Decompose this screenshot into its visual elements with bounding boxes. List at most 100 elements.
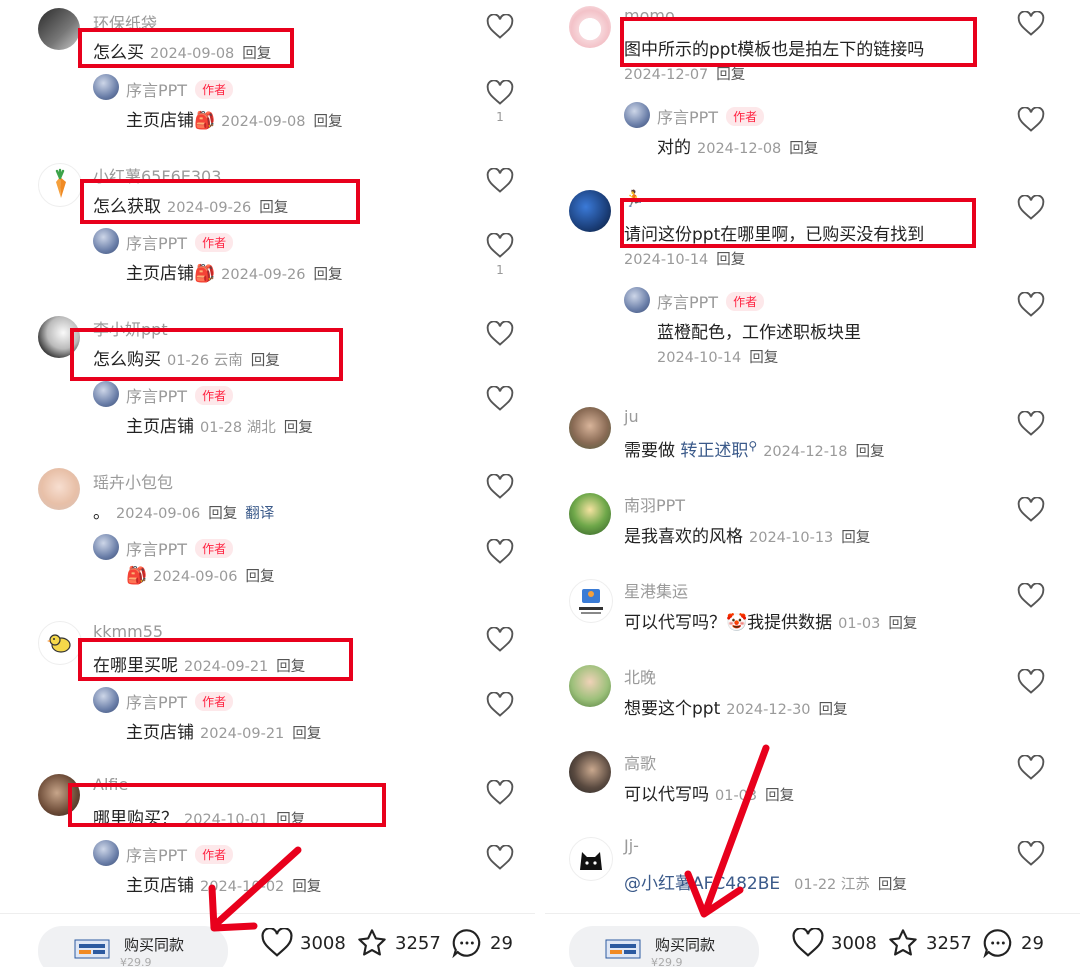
reply-button[interactable]: 回复 (284, 420, 313, 436)
avatar[interactable] (93, 381, 119, 407)
mention-link[interactable]: @小红薯AFC482BE (624, 874, 780, 894)
avatar[interactable] (569, 407, 611, 449)
reply-button[interactable]: 回复 (888, 616, 917, 632)
heart-icon[interactable] (486, 233, 514, 259)
like-action[interactable]: 3008 (791, 928, 877, 958)
username[interactable]: 序言PPT (126, 387, 187, 406)
reply-button[interactable]: 回复 (313, 267, 342, 283)
heart-icon[interactable] (1017, 292, 1045, 318)
username[interactable]: 序言PPT (126, 234, 187, 253)
avatar[interactable] (38, 621, 82, 665)
buy-same-button[interactable]: 购买同款 ¥29.9 (38, 926, 228, 967)
heart-icon[interactable] (486, 692, 514, 718)
collect-action[interactable]: 3257 (355, 928, 441, 958)
comment-action[interactable]: 29 (981, 928, 1044, 959)
username[interactable]: 序言PPT (126, 81, 187, 100)
comment-text: 。 2024-09-06 回复 翻译 (93, 498, 274, 523)
reply-username[interactable]: 序言PPT 作者 (657, 104, 765, 128)
avatar[interactable] (569, 6, 611, 48)
reply-username[interactable]: 序言PPT 作者 (126, 77, 234, 101)
reply-button[interactable]: 回复 (878, 877, 907, 893)
heart-icon[interactable] (1017, 583, 1045, 609)
heart-icon[interactable] (1017, 195, 1045, 221)
reply-username[interactable]: 序言PPT 作者 (657, 289, 765, 313)
reply-button[interactable]: 回复 (292, 879, 321, 895)
avatar[interactable] (569, 665, 611, 707)
reply-button[interactable]: 回复 (841, 530, 870, 546)
reply-username[interactable]: 序言PPT 作者 (126, 689, 234, 713)
reply-username[interactable]: 序言PPT 作者 (126, 230, 234, 254)
heart-icon[interactable] (486, 321, 514, 347)
avatar[interactable] (93, 228, 119, 254)
username[interactable]: 序言PPT (657, 293, 718, 312)
avatar[interactable] (38, 163, 82, 207)
reply-username[interactable]: 序言PPT 作者 (126, 536, 234, 560)
avatar[interactable] (569, 837, 613, 881)
reply-button[interactable]: 回复 (749, 350, 778, 366)
heart-icon[interactable] (486, 80, 514, 106)
heart-icon[interactable] (1017, 841, 1045, 867)
reply-button[interactable]: 回复 (245, 569, 274, 585)
avatar[interactable] (38, 8, 80, 50)
comment-username[interactable]: 瑶卉小包包 (93, 469, 173, 493)
heart-icon[interactable] (1017, 107, 1045, 133)
comment-username[interactable]: 星港集运 (624, 578, 688, 602)
comment-username[interactable]: 北晚 (624, 664, 656, 688)
reply-username[interactable]: 序言PPT 作者 (126, 842, 234, 866)
heart-icon (261, 928, 293, 957)
avatar[interactable] (569, 493, 611, 535)
buy-price: ¥29.9 (651, 956, 683, 967)
reply-button[interactable]: 回复 (716, 252, 745, 268)
heart-icon[interactable] (486, 845, 514, 871)
heart-icon[interactable] (1017, 497, 1045, 523)
username[interactable]: 序言PPT (657, 108, 718, 127)
reply-button[interactable]: 回复 (208, 506, 237, 522)
reply-text: 主页店铺 2024-10-02 回复 (126, 871, 321, 896)
like-action[interactable]: 3008 (260, 928, 346, 958)
heart-icon[interactable] (486, 627, 514, 653)
avatar[interactable] (624, 287, 650, 313)
avatar[interactable] (93, 840, 119, 866)
collect-action[interactable]: 3257 (886, 928, 972, 958)
avatar[interactable] (93, 534, 119, 560)
search-link[interactable]: 转正述职⚲ (680, 439, 757, 461)
heart-icon[interactable] (1017, 411, 1045, 437)
comment-username[interactable]: Jj- (624, 836, 639, 855)
heart-icon[interactable] (486, 168, 514, 194)
avatar[interactable] (569, 751, 611, 793)
heart-icon[interactable] (486, 14, 514, 40)
avatar[interactable] (93, 74, 119, 100)
search-link-text[interactable]: 转正述职 (680, 441, 748, 461)
reply-button[interactable]: 回复 (819, 702, 848, 718)
heart-icon[interactable] (486, 780, 514, 806)
comment-username[interactable]: 南羽PPT (624, 492, 685, 516)
username[interactable]: 序言PPT (126, 693, 187, 712)
buy-same-button[interactable]: 购买同款 ¥29.9 (569, 926, 759, 967)
avatar[interactable] (569, 579, 613, 623)
heart-icon[interactable] (486, 474, 514, 500)
comment-text: 需要做 转正述职⚲ 2024-12-18 回复 (624, 436, 884, 461)
reply-button[interactable]: 回复 (292, 726, 321, 742)
avatar[interactable] (569, 190, 611, 232)
heart-icon[interactable] (1017, 755, 1045, 781)
comment-username[interactable]: 高歌 (624, 750, 656, 774)
reply-button[interactable]: 回复 (789, 141, 818, 157)
username[interactable]: 序言PPT (126, 540, 187, 559)
comment-action[interactable]: 29 (450, 928, 513, 959)
reply-username[interactable]: 序言PPT 作者 (126, 383, 234, 407)
comment-username[interactable]: ju (624, 407, 639, 426)
reply-button[interactable]: 回复 (313, 114, 342, 130)
reply-button[interactable]: 回复 (855, 444, 884, 460)
username[interactable]: 序言PPT (126, 846, 187, 865)
avatar[interactable] (38, 468, 80, 510)
reply-button[interactable]: 回复 (716, 67, 745, 83)
heart-icon[interactable] (486, 386, 514, 412)
buy-label: 购买同款 (655, 936, 716, 954)
avatar[interactable] (93, 687, 119, 713)
translate-button[interactable]: 翻译 (245, 506, 274, 522)
avatar[interactable] (624, 102, 650, 128)
heart-icon[interactable] (1017, 11, 1045, 37)
reply-button[interactable]: 回复 (765, 788, 794, 804)
heart-icon[interactable] (486, 539, 514, 565)
heart-icon[interactable] (1017, 669, 1045, 695)
